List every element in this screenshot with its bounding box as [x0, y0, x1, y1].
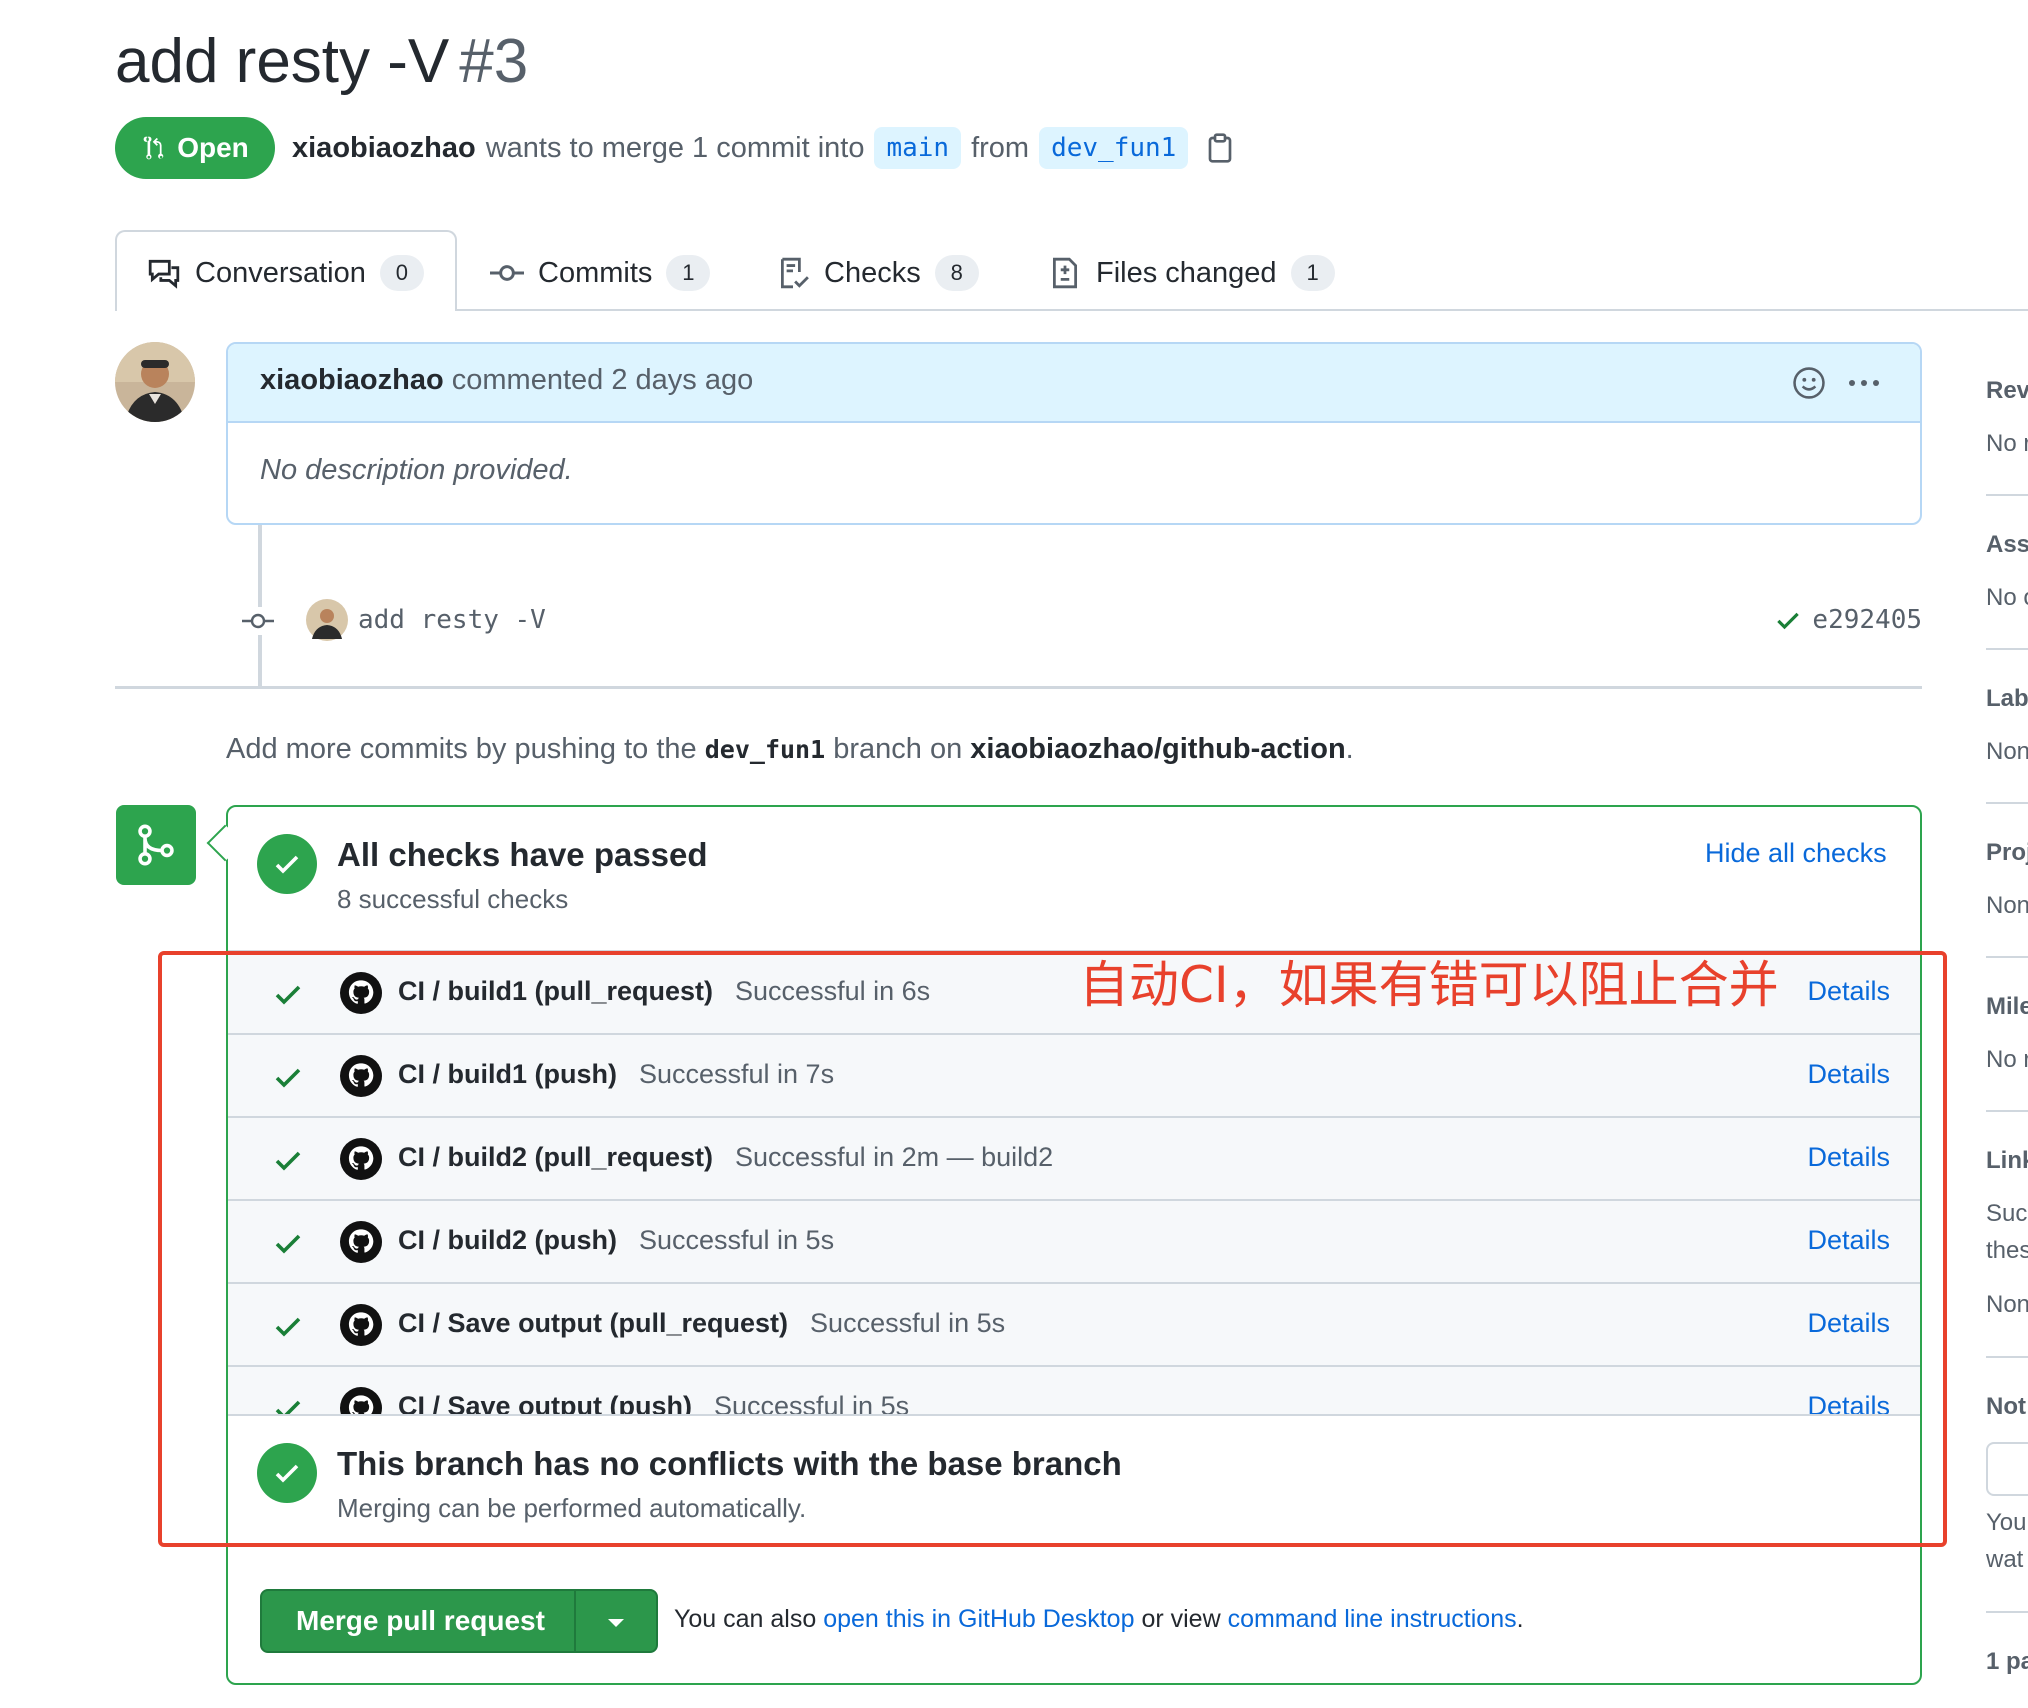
pr-state-label: Open [177, 132, 249, 163]
sidebar-assignees-value: No o [1986, 584, 2028, 611]
pr-title: add resty -V #3 [115, 22, 528, 102]
sidebar-linked-issues-text: Suc [1986, 1200, 2028, 1227]
comment-author[interactable]: xiaobiaozhao [260, 364, 444, 396]
open-github-desktop-link[interactable]: open this in GitHub Desktop [823, 1605, 1134, 1633]
file-diff-icon [1052, 257, 1078, 289]
sidebar-milestone-value: No r [1986, 1046, 2028, 1073]
tab-checks[interactable]: Checks 8 [776, 245, 979, 301]
caret-down-icon[interactable] [608, 1619, 624, 1627]
commit-sha-group: e292405 [1774, 605, 1922, 635]
sidebar-notifications-text-2: wat [1986, 1546, 2024, 1573]
hide-all-checks-link[interactable]: Hide all checks [1705, 838, 1887, 869]
sidebar-divider [1986, 1110, 2028, 1112]
annotation-highlight-box [158, 951, 1947, 1547]
command-line-instructions-link[interactable]: command line instructions [1228, 1605, 1517, 1633]
sidebar-reviewers-title[interactable]: Rev [1986, 377, 2028, 405]
comment-author-line: xiaobiaozhao commented 2 days ago [260, 364, 753, 397]
push-note-middle: branch on [833, 733, 963, 765]
pr-from-text: from [971, 131, 1030, 164]
base-branch[interactable]: main [874, 127, 962, 169]
commit-row: add resty -V e292405 [240, 595, 1922, 647]
tab-conversation-count: 0 [379, 255, 424, 291]
copy-icon[interactable] [1206, 133, 1234, 163]
pr-meta: xiaobiaozhao wants to merge 1 commit int… [292, 122, 1234, 174]
tab-conversation-label: Conversation [195, 256, 366, 289]
push-note-prefix: Add more commits by pushing to the [226, 733, 697, 765]
sidebar-labels-value: Non [1986, 738, 2028, 765]
sidebar-projects-value: Non [1986, 892, 2028, 919]
checks-subtitle: 8 successful checks [337, 884, 569, 914]
tab-commits-count: 1 [666, 255, 711, 291]
checks-title: All checks have passed [337, 836, 708, 873]
push-note-branch: dev_fun1 [704, 735, 826, 764]
annotation-text: 自动CI，如果有错可以阻止合并 [1079, 956, 1779, 1014]
tab-checks-label: Checks [824, 256, 921, 289]
sidebar-participants-title: 1 pa [1986, 1648, 2028, 1675]
comment-body: No description provided. [260, 454, 573, 486]
merge-hint: You can also open this in GitHub Desktop… [674, 1605, 1524, 1634]
sidebar-divider [1986, 1356, 2028, 1358]
check-icon[interactable] [1774, 606, 1802, 634]
git-commit-icon [490, 265, 524, 281]
merge-button-label: Merge pull request [296, 1605, 545, 1636]
check-icon [275, 855, 299, 874]
sidebar-divider [1986, 648, 2028, 650]
pr-author-link[interactable]: xiaobiaozhao [292, 132, 476, 165]
comment-header: xiaobiaozhao commented 2 days ago [228, 344, 1920, 423]
commit-sha[interactable]: e292405 [1812, 605, 1922, 635]
kebab-horizontal-icon[interactable] [1846, 372, 1882, 394]
sidebar-assignees-title[interactable]: Ass [1986, 531, 2028, 559]
checks-passed-icon [257, 834, 317, 894]
sidebar-linked-issues-text-2: thes [1986, 1237, 2028, 1264]
pr-state-badge: Open [115, 117, 275, 179]
push-note-suffix: . [1345, 733, 1354, 765]
head-branch[interactable]: dev_fun1 [1039, 127, 1189, 169]
pr-number: #3 [459, 27, 529, 96]
tab-commits[interactable]: Commits 1 [490, 245, 711, 301]
sidebar-labels-title[interactable]: Lab [1986, 685, 2028, 713]
smiley-icon[interactable] [1792, 366, 1826, 400]
git-commit-icon [240, 607, 276, 635]
tab-commits-label: Commits [538, 256, 653, 289]
push-note-repo[interactable]: xiaobiaozhao/github-action [970, 733, 1345, 765]
sidebar-linked-issues-title[interactable]: Link [1986, 1147, 2028, 1175]
timeline-end-divider [115, 686, 1922, 689]
merge-hint-suffix: . [1516, 1605, 1524, 1633]
pr-title-text: add resty -V [115, 27, 450, 96]
sidebar-divider [1986, 1611, 2028, 1613]
pr-merge-text: wants to merge 1 commit into [485, 131, 865, 164]
sidebar-divider [1986, 494, 2028, 496]
user-avatar-image [115, 342, 195, 422]
commit-author-avatar[interactable] [306, 599, 348, 641]
sidebar-projects-title[interactable]: Proj [1986, 839, 2028, 867]
merge-status-icon-box [116, 805, 196, 885]
merge-pull-request-button[interactable]: Merge pull request [260, 1589, 658, 1653]
sidebar-reviewers-value: No r [1986, 430, 2028, 457]
comment-box: xiaobiaozhao commented 2 days ago No des… [226, 342, 1922, 525]
git-merge-icon [138, 824, 174, 866]
merge-button-divider [574, 1591, 576, 1651]
sidebar-divider [1986, 802, 2028, 804]
merge-hint-middle: or view [1141, 1605, 1221, 1633]
sidebar-milestone-title[interactable]: Mile [1986, 993, 2028, 1021]
commit-message[interactable]: add resty -V [358, 605, 546, 635]
tab-files-changed-count: 1 [1290, 255, 1335, 291]
tab-files-changed[interactable]: Files changed 1 [1048, 245, 1335, 301]
merge-hint-prefix: You can also [674, 1605, 817, 1633]
tab-conversation[interactable]: Conversation 0 [147, 245, 424, 301]
git-pull-request-icon [143, 136, 164, 160]
tab-files-changed-label: Files changed [1096, 256, 1277, 289]
comment-discussion-icon [148, 259, 180, 289]
sidebar-notifications-text: You [1986, 1509, 2027, 1536]
subscribe-button[interactable] [1986, 1442, 2028, 1496]
push-note: Add more commits by pushing to the dev_f… [226, 733, 1354, 766]
sidebar-divider [1986, 956, 2028, 958]
checklist-icon [780, 257, 809, 289]
sidebar-linked-issues-value: Non [1986, 1291, 2028, 1318]
sidebar-notifications-title: Not [1986, 1393, 2026, 1420]
tab-checks-count: 8 [934, 255, 979, 291]
comment-action[interactable]: commented 2 days ago [452, 364, 753, 396]
avatar[interactable] [115, 342, 195, 422]
